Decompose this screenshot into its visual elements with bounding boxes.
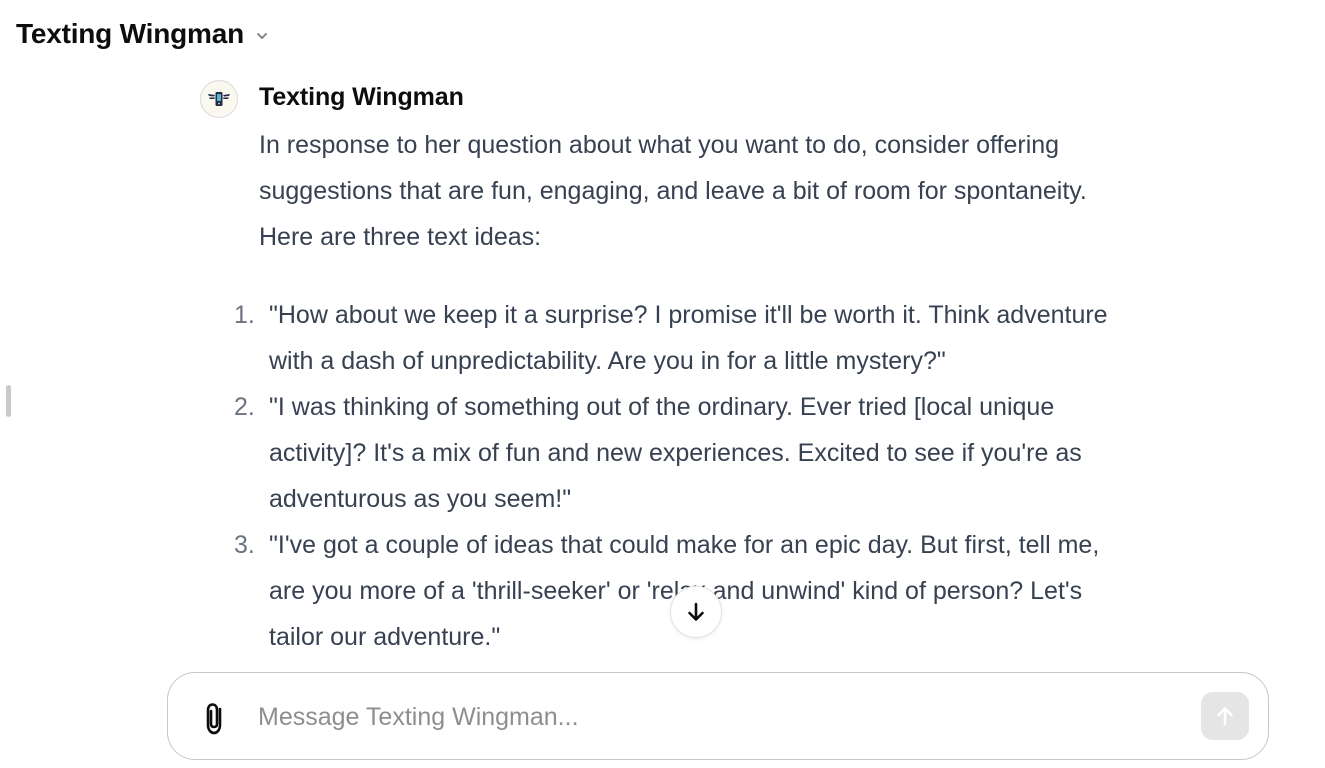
- paperclip-icon: [206, 703, 222, 735]
- message-composer: [167, 672, 1269, 760]
- message-body: In response to her question about what y…: [234, 122, 1119, 660]
- list-item: 1. "How about we keep it a surprise? I p…: [234, 292, 1119, 384]
- sidebar-toggle-handle[interactable]: [6, 385, 11, 417]
- list-item-number: 3.: [234, 531, 255, 559]
- list-item-text: "How about we keep it a surprise? I prom…: [269, 301, 1108, 375]
- message-author: Texting Wingman: [259, 83, 464, 111]
- list-item: 2. "I was thinking of something out of t…: [234, 384, 1119, 522]
- wingman-logo-icon: [208, 92, 230, 106]
- arrow-down-icon: [688, 602, 704, 621]
- send-button[interactable]: [1201, 692, 1249, 740]
- list-item-number: 2.: [234, 393, 255, 421]
- page-title: Texting Wingman: [16, 18, 245, 49]
- model-selector[interactable]: Texting Wingman: [16, 18, 270, 50]
- list-item-text: "I was thinking of something out of the …: [269, 393, 1082, 513]
- message-input[interactable]: [258, 695, 1158, 739]
- avatar: [200, 80, 238, 118]
- chevron-down-icon[interactable]: [254, 28, 270, 44]
- message-intro: In response to her question about what y…: [259, 131, 1087, 251]
- list-item-number: 1.: [234, 301, 255, 329]
- attach-file-button[interactable]: [198, 699, 232, 737]
- scroll-to-bottom-button[interactable]: [670, 586, 722, 638]
- arrow-up-icon: [1217, 707, 1233, 726]
